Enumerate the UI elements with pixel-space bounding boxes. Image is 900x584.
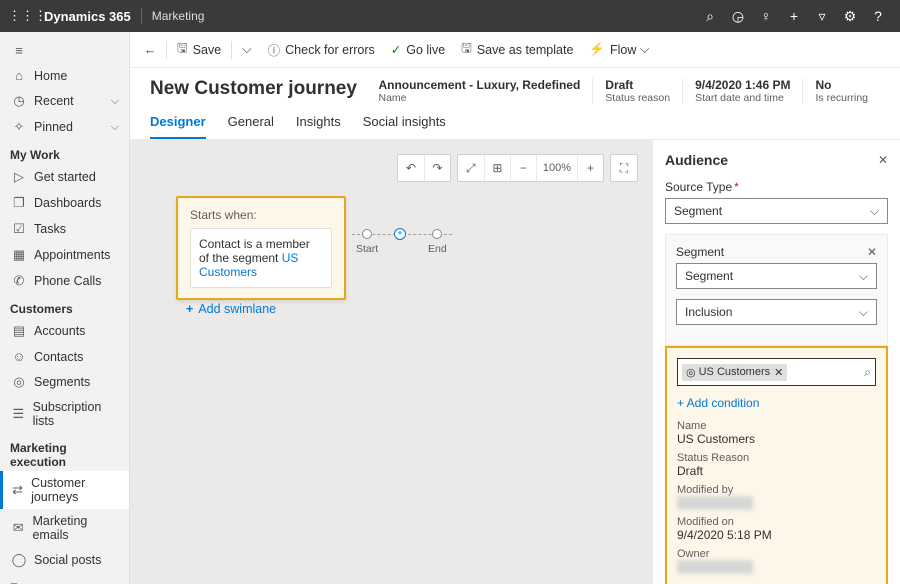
- zoom-level: 100%: [536, 155, 577, 181]
- save-dropdown[interactable]: ⌵: [234, 35, 259, 65]
- area-name[interactable]: Marketing: [152, 9, 205, 23]
- detail-name: US Customers: [677, 432, 876, 446]
- page-header: New Customer journey Announcement - Luxu…: [130, 68, 900, 104]
- start-tile[interactable]: Starts when: Contact is a member of the …: [176, 196, 346, 300]
- nav-sublists[interactable]: ☰Subscription lists: [0, 395, 129, 433]
- segment-label: Segment: [676, 245, 724, 259]
- check-errors-button[interactable]: ⓘCheck for errors: [260, 35, 383, 65]
- highlighted-details: ◎US Customers✕ ⌕ + Add condition Name US…: [665, 346, 888, 584]
- nav-dashboards[interactable]: ❐Dashboards: [0, 190, 129, 216]
- flow-button[interactable]: ⚡Flow ⌵: [581, 35, 657, 65]
- fullscreen-icon[interactable]: ⛶: [611, 155, 637, 181]
- page-title: New Customer journey: [150, 78, 357, 100]
- meta-name: Announcement - Luxury, Redefined: [378, 78, 580, 92]
- tab-designer[interactable]: Designer: [150, 104, 206, 139]
- nav-appointments[interactable]: ▦Appointments: [0, 242, 129, 268]
- nav-contacts[interactable]: ☺Contacts: [0, 344, 129, 369]
- tile-heading: Starts when:: [190, 208, 332, 222]
- nav-section-customers: Customers: [0, 294, 129, 318]
- add-swimlane-button[interactable]: Add swimlane: [186, 302, 276, 316]
- detail-modifiedon: 9/4/2020 5:18 PM: [677, 528, 876, 542]
- nav-section-marketing: Marketing execution: [0, 433, 129, 471]
- left-navigation: ≡ ⌂Home ◷Recent⌵ ✧Pinned⌵ My Work ▷Get s…: [0, 32, 130, 584]
- undo-button[interactable]: ↶: [398, 155, 424, 181]
- form-tabs: Designer General Insights Social insight…: [130, 104, 900, 140]
- tile-body: Contact is a member of the segment US Cu…: [190, 228, 332, 288]
- meta-start: 9/4/2020 1:46 PM: [695, 78, 790, 92]
- nav-getstarted[interactable]: ▷Get started: [0, 164, 129, 190]
- tab-general[interactable]: General: [228, 104, 274, 139]
- source-type-label: Source Type: [665, 180, 732, 194]
- save-button[interactable]: 🖫Save: [169, 35, 229, 65]
- nav-segments[interactable]: ◎Segments: [0, 369, 129, 395]
- lightbulb-icon[interactable]: ♀: [752, 8, 780, 24]
- app-launcher-icon[interactable]: ⋮⋮⋮: [8, 8, 40, 24]
- redo-button[interactable]: ↷: [424, 155, 450, 181]
- segment-lookup[interactable]: ◎US Customers✕ ⌕: [677, 358, 876, 386]
- nav-recent[interactable]: ◷Recent⌵: [0, 88, 129, 114]
- flow-add-node[interactable]: +: [394, 228, 406, 240]
- go-live-button[interactable]: ✓Go live: [383, 35, 453, 65]
- command-bar: ← 🖫Save ⌵ ⓘCheck for errors ✓Go live 🖫Sa…: [130, 32, 900, 68]
- map-icon[interactable]: ⊞: [484, 155, 510, 181]
- lookup-search-icon[interactable]: ⌕: [864, 365, 871, 380]
- nav-hamburger[interactable]: ≡: [0, 38, 129, 63]
- tab-insights[interactable]: Insights: [296, 104, 341, 139]
- detail-modifiedby: ████████: [677, 496, 753, 510]
- zoom-out-icon[interactable]: −: [510, 155, 536, 181]
- add-condition-link[interactable]: + Add condition: [677, 396, 876, 410]
- save-template-button[interactable]: 🖫Save as template: [453, 35, 581, 65]
- panel-title: Audience: [665, 152, 728, 168]
- panel-close-icon[interactable]: ✕: [878, 153, 888, 167]
- meta-status: Draft: [605, 78, 670, 92]
- search-icon[interactable]: ⌕: [696, 8, 724, 25]
- source-type-dropdown[interactable]: Segment: [665, 198, 888, 224]
- settings-icon[interactable]: ⚙: [836, 8, 864, 25]
- nav-home[interactable]: ⌂Home: [0, 63, 129, 88]
- zoom-in-icon[interactable]: +: [577, 155, 603, 181]
- plus-icon[interactable]: +: [780, 8, 808, 24]
- expand-icon[interactable]: ⤢: [458, 155, 484, 181]
- global-top-bar: ⋮⋮⋮ Dynamics 365 Marketing ⌕ ◶ ♀ + ▿ ⚙ ?: [0, 0, 900, 32]
- lookup-chip: ◎US Customers✕: [682, 364, 787, 381]
- meta-recurring: No: [815, 78, 868, 92]
- inclusion-dropdown[interactable]: Inclusion: [676, 299, 877, 325]
- task-icon[interactable]: ◶: [724, 8, 752, 25]
- flow-connector: + Start End: [352, 234, 452, 235]
- nav-social[interactable]: ◯Social posts: [0, 547, 129, 573]
- filter-icon[interactable]: ▿: [808, 8, 836, 25]
- flow-start-node[interactable]: [362, 229, 372, 239]
- audience-panel: Audience ✕ Source Type* Segment Segment✕…: [652, 140, 900, 584]
- nav-section-mywork: My Work: [0, 140, 129, 164]
- segment-remove-icon[interactable]: ✕: [867, 245, 877, 259]
- flow-end-node[interactable]: [432, 229, 442, 239]
- nav-accounts[interactable]: ▤Accounts: [0, 318, 129, 344]
- nav-tasks[interactable]: ☑Tasks: [0, 216, 129, 242]
- chip-remove-icon[interactable]: ✕: [774, 366, 783, 379]
- journey-canvas[interactable]: ↶ ↷ ⤢ ⊞ − 100% + ⛶ Starts when:: [130, 140, 652, 584]
- segment-dropdown[interactable]: Segment: [676, 263, 877, 289]
- detail-owner: ████████: [677, 560, 753, 574]
- help-icon[interactable]: ?: [864, 8, 892, 24]
- tab-social-insights[interactable]: Social insights: [363, 104, 446, 139]
- nav-phone[interactable]: ✆Phone Calls: [0, 268, 129, 294]
- nav-journeys[interactable]: ⇄Customer journeys: [0, 471, 129, 509]
- nav-section-events: Event management: [0, 573, 129, 584]
- nav-pinned[interactable]: ✧Pinned⌵: [0, 114, 129, 140]
- nav-emails[interactable]: ✉Marketing emails: [0, 509, 129, 547]
- detail-status: Draft: [677, 464, 876, 478]
- back-button[interactable]: ←: [136, 35, 164, 65]
- product-name: Dynamics 365: [44, 9, 131, 24]
